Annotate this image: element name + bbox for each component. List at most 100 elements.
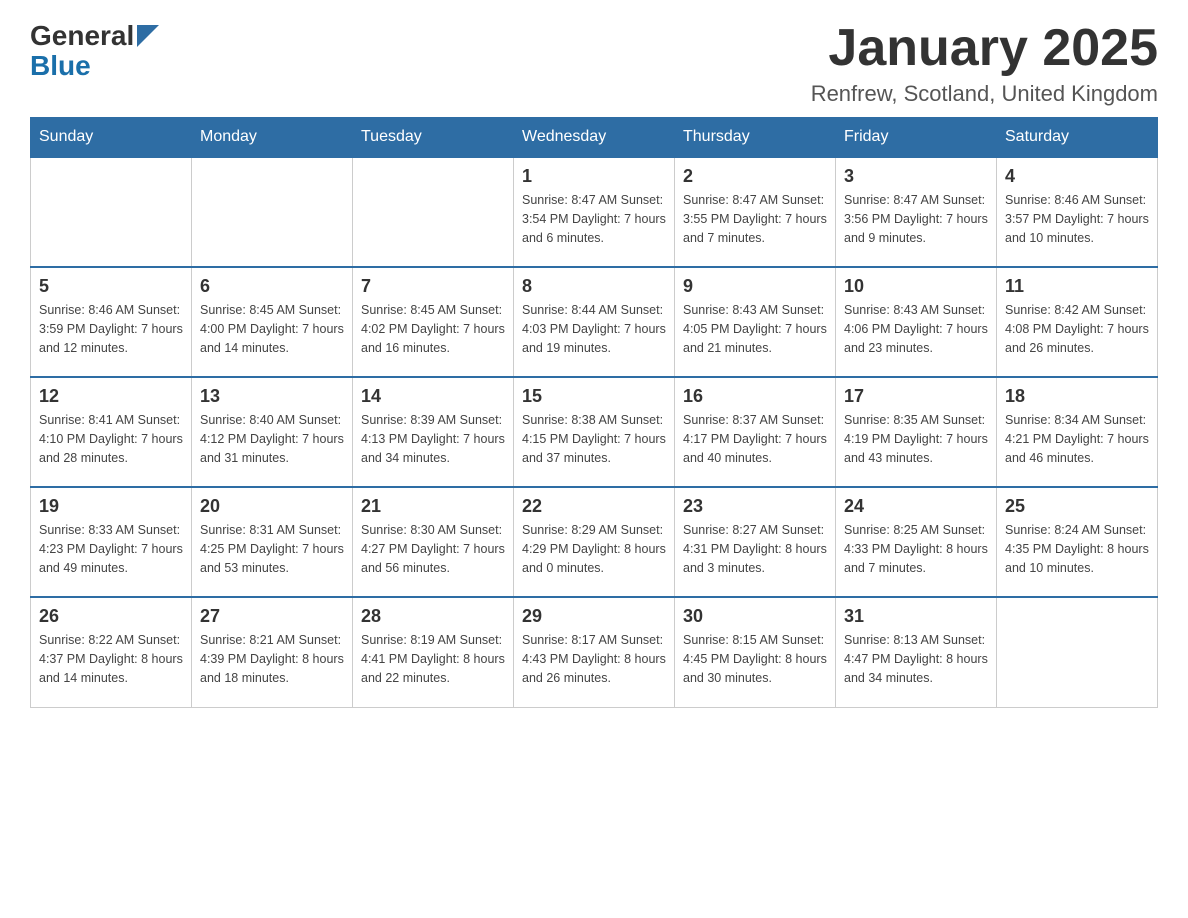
header: General Blue January 2025 Renfrew, Scotl…	[30, 20, 1158, 107]
day-info: Sunrise: 8:47 AM Sunset: 3:54 PM Dayligh…	[522, 191, 666, 247]
calendar-cell	[353, 157, 514, 267]
day-info: Sunrise: 8:35 AM Sunset: 4:19 PM Dayligh…	[844, 411, 988, 467]
calendar-cell: 22 Sunrise: 8:29 AM Sunset: 4:29 PM Dayli…	[514, 487, 675, 597]
calendar-cell: 25 Sunrise: 8:24 AM Sunset: 4:35 PM Dayli…	[997, 487, 1158, 597]
col-header-wednesday: Wednesday	[514, 118, 675, 158]
calendar-cell: 29 Sunrise: 8:17 AM Sunset: 4:43 PM Dayli…	[514, 597, 675, 707]
calendar-cell: 4 Sunrise: 8:46 AM Sunset: 3:57 PM Daylig…	[997, 157, 1158, 267]
calendar-cell: 17Sunrise: 8:35 AM Sunset: 4:19 PM Dayli…	[836, 377, 997, 487]
day-info: Sunrise: 8:13 AM Sunset: 4:47 PM Dayligh…	[844, 631, 988, 687]
calendar-header-row: SundayMondayTuesdayWednesdayThursdayFrid…	[31, 118, 1158, 158]
day-number: 19	[39, 496, 183, 517]
day-number: 1	[522, 166, 666, 187]
day-info: Sunrise: 8:45 AM Sunset: 4:00 PM Dayligh…	[200, 301, 344, 357]
day-number: 30	[683, 606, 827, 627]
day-number: 14	[361, 386, 505, 407]
day-number: 6	[200, 276, 344, 297]
day-info: Sunrise: 8:19 AM Sunset: 4:41 PM Dayligh…	[361, 631, 505, 687]
day-number: 26	[39, 606, 183, 627]
day-info: Sunrise: 8:39 AM Sunset: 4:13 PM Dayligh…	[361, 411, 505, 467]
day-info: Sunrise: 8:43 AM Sunset: 4:05 PM Dayligh…	[683, 301, 827, 357]
page-title: January 2025	[811, 20, 1158, 77]
calendar-cell: 16 Sunrise: 8:37 AM Sunset: 4:17 PM Dayli…	[675, 377, 836, 487]
day-number: 16	[683, 386, 827, 407]
day-info: Sunrise: 8:15 AM Sunset: 4:45 PM Dayligh…	[683, 631, 827, 687]
calendar-cell	[997, 597, 1158, 707]
calendar-cell: 11 Sunrise: 8:42 AM Sunset: 4:08 PM Dayli…	[997, 267, 1158, 377]
day-number: 15	[522, 386, 666, 407]
logo: General Blue	[30, 20, 159, 80]
week-row-1: 1 Sunrise: 8:47 AM Sunset: 3:54 PM Daylig…	[31, 157, 1158, 267]
day-info: Sunrise: 8:46 AM Sunset: 3:57 PM Dayligh…	[1005, 191, 1149, 247]
week-row-3: 12 Sunrise: 8:41 AM Sunset: 4:10 PM Dayli…	[31, 377, 1158, 487]
calendar-cell: 14 Sunrise: 8:39 AM Sunset: 4:13 PM Dayli…	[353, 377, 514, 487]
day-info: Sunrise: 8:46 AM Sunset: 3:59 PM Dayligh…	[39, 301, 183, 357]
day-number: 21	[361, 496, 505, 517]
day-info: Sunrise: 8:27 AM Sunset: 4:31 PM Dayligh…	[683, 521, 827, 577]
day-number: 8	[522, 276, 666, 297]
day-number: 10	[844, 276, 988, 297]
day-info: Sunrise: 8:33 AM Sunset: 4:23 PM Dayligh…	[39, 521, 183, 577]
calendar: SundayMondayTuesdayWednesdayThursdayFrid…	[30, 117, 1158, 708]
day-info: Sunrise: 8:47 AM Sunset: 3:56 PM Dayligh…	[844, 191, 988, 247]
day-number: 24	[844, 496, 988, 517]
calendar-cell: 10Sunrise: 8:43 AM Sunset: 4:06 PM Dayli…	[836, 267, 997, 377]
day-number: 9	[683, 276, 827, 297]
day-number: 4	[1005, 166, 1149, 187]
calendar-cell: 30 Sunrise: 8:15 AM Sunset: 4:45 PM Dayli…	[675, 597, 836, 707]
calendar-cell: 26 Sunrise: 8:22 AM Sunset: 4:37 PM Dayli…	[31, 597, 192, 707]
calendar-cell: 3 Sunrise: 8:47 AM Sunset: 3:56 PM Daylig…	[836, 157, 997, 267]
calendar-cell: 31 Sunrise: 8:13 AM Sunset: 4:47 PM Dayli…	[836, 597, 997, 707]
day-info: Sunrise: 8:34 AM Sunset: 4:21 PM Dayligh…	[1005, 411, 1149, 467]
day-number: 28	[361, 606, 505, 627]
calendar-cell: 18Sunrise: 8:34 AM Sunset: 4:21 PM Dayli…	[997, 377, 1158, 487]
day-info: Sunrise: 8:37 AM Sunset: 4:17 PM Dayligh…	[683, 411, 827, 467]
calendar-cell: 12 Sunrise: 8:41 AM Sunset: 4:10 PM Dayli…	[31, 377, 192, 487]
day-info: Sunrise: 8:22 AM Sunset: 4:37 PM Dayligh…	[39, 631, 183, 687]
calendar-cell: 27Sunrise: 8:21 AM Sunset: 4:39 PM Dayli…	[192, 597, 353, 707]
calendar-cell	[192, 157, 353, 267]
col-header-tuesday: Tuesday	[353, 118, 514, 158]
week-row-5: 26 Sunrise: 8:22 AM Sunset: 4:37 PM Dayli…	[31, 597, 1158, 707]
logo-general: General	[30, 20, 134, 52]
calendar-cell: 5 Sunrise: 8:46 AM Sunset: 3:59 PM Daylig…	[31, 267, 192, 377]
day-number: 2	[683, 166, 827, 187]
day-info: Sunrise: 8:25 AM Sunset: 4:33 PM Dayligh…	[844, 521, 988, 577]
col-header-monday: Monday	[192, 118, 353, 158]
calendar-cell: 20 Sunrise: 8:31 AM Sunset: 4:25 PM Dayli…	[192, 487, 353, 597]
day-number: 22	[522, 496, 666, 517]
day-number: 31	[844, 606, 988, 627]
day-info: Sunrise: 8:42 AM Sunset: 4:08 PM Dayligh…	[1005, 301, 1149, 357]
day-number: 3	[844, 166, 988, 187]
day-number: 27	[200, 606, 344, 627]
day-info: Sunrise: 8:41 AM Sunset: 4:10 PM Dayligh…	[39, 411, 183, 467]
day-number: 11	[1005, 276, 1149, 297]
day-number: 20	[200, 496, 344, 517]
day-info: Sunrise: 8:24 AM Sunset: 4:35 PM Dayligh…	[1005, 521, 1149, 577]
day-number: 7	[361, 276, 505, 297]
logo-triangle-icon	[137, 25, 159, 47]
calendar-cell: 6 Sunrise: 8:45 AM Sunset: 4:00 PM Daylig…	[192, 267, 353, 377]
day-info: Sunrise: 8:31 AM Sunset: 4:25 PM Dayligh…	[200, 521, 344, 577]
calendar-cell: 1 Sunrise: 8:47 AM Sunset: 3:54 PM Daylig…	[514, 157, 675, 267]
calendar-cell: 19 Sunrise: 8:33 AM Sunset: 4:23 PM Dayli…	[31, 487, 192, 597]
week-row-2: 5 Sunrise: 8:46 AM Sunset: 3:59 PM Daylig…	[31, 267, 1158, 377]
calendar-cell: 24 Sunrise: 8:25 AM Sunset: 4:33 PM Dayli…	[836, 487, 997, 597]
day-number: 25	[1005, 496, 1149, 517]
col-header-friday: Friday	[836, 118, 997, 158]
day-info: Sunrise: 8:38 AM Sunset: 4:15 PM Dayligh…	[522, 411, 666, 467]
day-number: 12	[39, 386, 183, 407]
day-number: 29	[522, 606, 666, 627]
calendar-cell: 7 Sunrise: 8:45 AM Sunset: 4:02 PM Daylig…	[353, 267, 514, 377]
logo-blue: Blue	[30, 52, 159, 80]
day-info: Sunrise: 8:29 AM Sunset: 4:29 PM Dayligh…	[522, 521, 666, 577]
col-header-sunday: Sunday	[31, 118, 192, 158]
calendar-cell: 28 Sunrise: 8:19 AM Sunset: 4:41 PM Dayli…	[353, 597, 514, 707]
day-info: Sunrise: 8:45 AM Sunset: 4:02 PM Dayligh…	[361, 301, 505, 357]
day-info: Sunrise: 8:40 AM Sunset: 4:12 PM Dayligh…	[200, 411, 344, 467]
calendar-cell: 13Sunrise: 8:40 AM Sunset: 4:12 PM Dayli…	[192, 377, 353, 487]
calendar-cell: 8Sunrise: 8:44 AM Sunset: 4:03 PM Daylig…	[514, 267, 675, 377]
day-number: 5	[39, 276, 183, 297]
day-info: Sunrise: 8:17 AM Sunset: 4:43 PM Dayligh…	[522, 631, 666, 687]
title-area: January 2025 Renfrew, Scotland, United K…	[811, 20, 1158, 107]
